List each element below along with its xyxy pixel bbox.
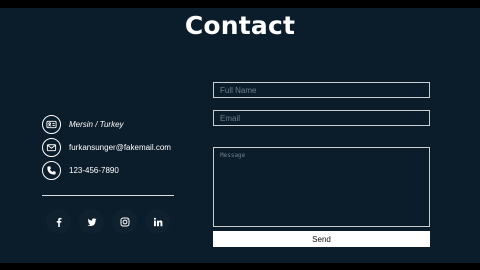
divider xyxy=(42,195,174,196)
phone-text[interactable]: 123-456-7890 xyxy=(69,166,119,175)
location-text: Mersin / Turkey xyxy=(69,119,124,129)
contact-email: furkansunger@fakemail.com xyxy=(42,136,171,158)
twitter-icon xyxy=(86,217,97,226)
send-button[interactable]: Send xyxy=(213,231,430,247)
contact-location: Mersin / Turkey xyxy=(42,113,124,135)
instagram-button[interactable] xyxy=(112,209,137,234)
instagram-icon xyxy=(120,217,129,226)
contact-phone: 123-456-7890 xyxy=(42,159,119,181)
message-textarea[interactable] xyxy=(213,147,430,227)
facebook-icon xyxy=(56,217,61,227)
full-name-input[interactable] xyxy=(213,82,430,98)
email-input[interactable] xyxy=(213,110,430,126)
envelope-icon xyxy=(42,137,61,157)
linkedin-button[interactable] xyxy=(145,209,170,234)
email-text[interactable]: furkansunger@fakemail.com xyxy=(69,143,171,152)
twitter-button[interactable] xyxy=(79,209,104,234)
address-card-icon xyxy=(42,114,61,134)
linkedin-icon xyxy=(153,217,162,226)
page-title: Contact xyxy=(184,11,296,40)
contact-section: Contact Mersin / Turkey furkansunger@fak… xyxy=(0,8,480,263)
phone-icon xyxy=(42,160,61,180)
facebook-button[interactable] xyxy=(46,209,71,234)
